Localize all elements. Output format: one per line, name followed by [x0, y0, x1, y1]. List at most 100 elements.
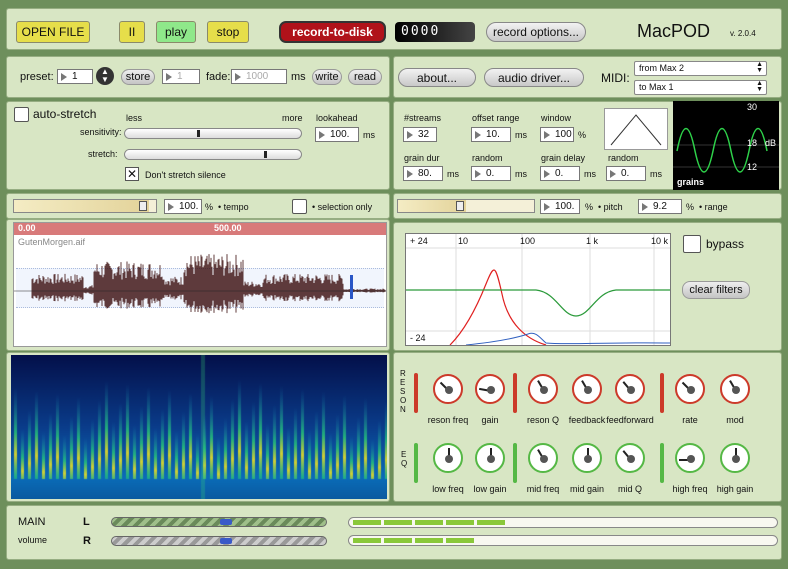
random-delay-unit: ms [650, 169, 662, 179]
slider-thumb[interactable] [264, 151, 268, 158]
fade-number[interactable]: 1000 [231, 69, 287, 84]
slider-thumb[interactable] [197, 130, 201, 137]
clear-filters-button[interactable]: clear filters [682, 281, 750, 299]
tempo-unit: % [205, 202, 214, 212]
midi-in-select[interactable]: from Max 2 ▲ ▼ [634, 61, 767, 76]
pitch-number[interactable]: 100. [540, 199, 580, 214]
playhead-marker[interactable] [350, 275, 353, 299]
knob-hub [627, 386, 635, 394]
stretch-label: stretch: [88, 149, 118, 159]
eq-mid-Q-knob[interactable] [615, 443, 645, 473]
random-dur-number[interactable]: 0. [471, 166, 511, 181]
dont-stretch-checkbox[interactable]: ✕ [125, 167, 139, 181]
filter-y-bottom: - 24 [410, 333, 426, 343]
waveform-svg [14, 254, 386, 314]
pitch-thumb[interactable] [456, 201, 464, 211]
eq-low-gain-knob[interactable] [475, 443, 505, 473]
tempo-number[interactable]: 100. [164, 199, 202, 214]
play-button[interactable]: play [156, 21, 196, 43]
reson-reson-Q-knob[interactable] [528, 374, 558, 404]
grain-delay-unit: ms [584, 169, 596, 179]
store-number[interactable]: 1 [162, 69, 200, 84]
reson-rate-knob[interactable] [675, 374, 705, 404]
waveform-display[interactable]: 0.00 500.00 GutenMorgen.aif [13, 222, 387, 347]
preset-number[interactable]: 1 [57, 69, 93, 84]
right-channel-label: R [83, 535, 91, 547]
auto-stretch-checkbox[interactable] [14, 107, 29, 122]
filter-x-tick-100: 100 [520, 236, 536, 246]
record-to-disk-button[interactable]: record-to-disk [279, 21, 386, 43]
reson-reson-freq-knob[interactable] [433, 374, 463, 404]
window-label: window [541, 113, 572, 123]
random-dur-unit: ms [515, 169, 527, 179]
scope-tick-12: 12 [747, 162, 758, 172]
reson-feedback-knob[interactable] [572, 374, 602, 404]
eq-low-freq-knob[interactable] [433, 443, 463, 473]
eq-mid-freq-knob[interactable] [528, 443, 558, 473]
window-number[interactable]: 100 [540, 127, 574, 142]
selection-only-checkbox[interactable] [292, 199, 307, 214]
triangle-window-icon [610, 114, 662, 146]
reson-bar-1 [414, 373, 418, 413]
slider-thumb[interactable] [220, 538, 232, 544]
range-number[interactable]: 9.2 [638, 199, 682, 214]
sensitivity-slider[interactable] [124, 128, 302, 139]
window-unit: % [578, 130, 587, 140]
lookahead-number[interactable]: 100. [315, 127, 359, 142]
store-button[interactable]: store [121, 69, 155, 85]
reson-bar-2 [513, 373, 517, 413]
read-button[interactable]: read [348, 69, 382, 85]
slider-thumb[interactable] [220, 519, 232, 525]
spectrogram[interactable] [11, 355, 387, 499]
grain-dur-number[interactable]: 80. [403, 166, 443, 181]
right-level-meter [348, 535, 778, 546]
stretch-slider[interactable] [124, 149, 302, 160]
filter-curve-svg [406, 234, 671, 346]
tempo-fill [14, 200, 149, 212]
meter-segment [415, 538, 443, 543]
write-button[interactable]: write [312, 69, 342, 85]
midi-label: MIDI: [601, 71, 630, 85]
pause-button[interactable]: II [119, 21, 145, 43]
knob-hub [540, 386, 548, 394]
random-dur-label: random [472, 153, 503, 163]
streams-number[interactable]: 32 [403, 127, 437, 142]
knob-hub [627, 455, 635, 463]
left-channel-label: L [83, 516, 90, 528]
eq-high-freq-knob[interactable] [675, 443, 705, 473]
offset-range-number[interactable]: 10. [471, 127, 511, 142]
bypass-checkbox[interactable] [683, 235, 701, 253]
reson-mod-knob[interactable] [720, 374, 750, 404]
main-label: MAIN [18, 516, 46, 528]
reson-gain-knob[interactable] [475, 374, 505, 404]
preset-stepper[interactable]: ▲ ▼ [96, 67, 114, 85]
filter-display[interactable]: + 24 - 24 10 100 1 k 10 k [405, 233, 671, 346]
meter-segment [353, 520, 381, 525]
random-delay-number[interactable]: 0. [606, 166, 646, 181]
tempo-thumb[interactable] [138, 201, 147, 211]
main-volume-panel [6, 505, 782, 560]
more-label: more [282, 113, 303, 123]
reson-feedforward-knob[interactable] [615, 374, 645, 404]
eq-bar-1 [414, 443, 418, 483]
eq-mid-gain-knob[interactable] [572, 443, 602, 473]
pitch-slider[interactable] [397, 199, 535, 213]
left-volume-slider[interactable] [111, 517, 327, 527]
meter-segment [353, 538, 381, 543]
eq-high-gain-knob[interactable] [720, 443, 750, 473]
about-button[interactable]: about... [398, 68, 476, 87]
grain-delay-number[interactable]: 0. [540, 166, 580, 181]
pitch-label: • pitch [598, 202, 623, 212]
stop-button[interactable]: stop [207, 21, 249, 43]
fade-unit: ms [291, 71, 306, 83]
record-options-button[interactable]: record options... [486, 22, 586, 42]
open-file-button[interactable]: OPEN FILE [16, 21, 90, 43]
right-volume-slider[interactable] [111, 536, 327, 546]
midi-out-select[interactable]: to Max 1 ▲ ▼ [634, 80, 767, 95]
knob-hub [732, 455, 740, 463]
tempo-slider[interactable] [13, 199, 157, 213]
dont-stretch-label: Don't stretch silence [145, 170, 226, 180]
scope-db-label: dB [765, 138, 777, 148]
audio-driver-button[interactable]: audio driver... [484, 68, 584, 87]
less-label: less [126, 113, 143, 123]
